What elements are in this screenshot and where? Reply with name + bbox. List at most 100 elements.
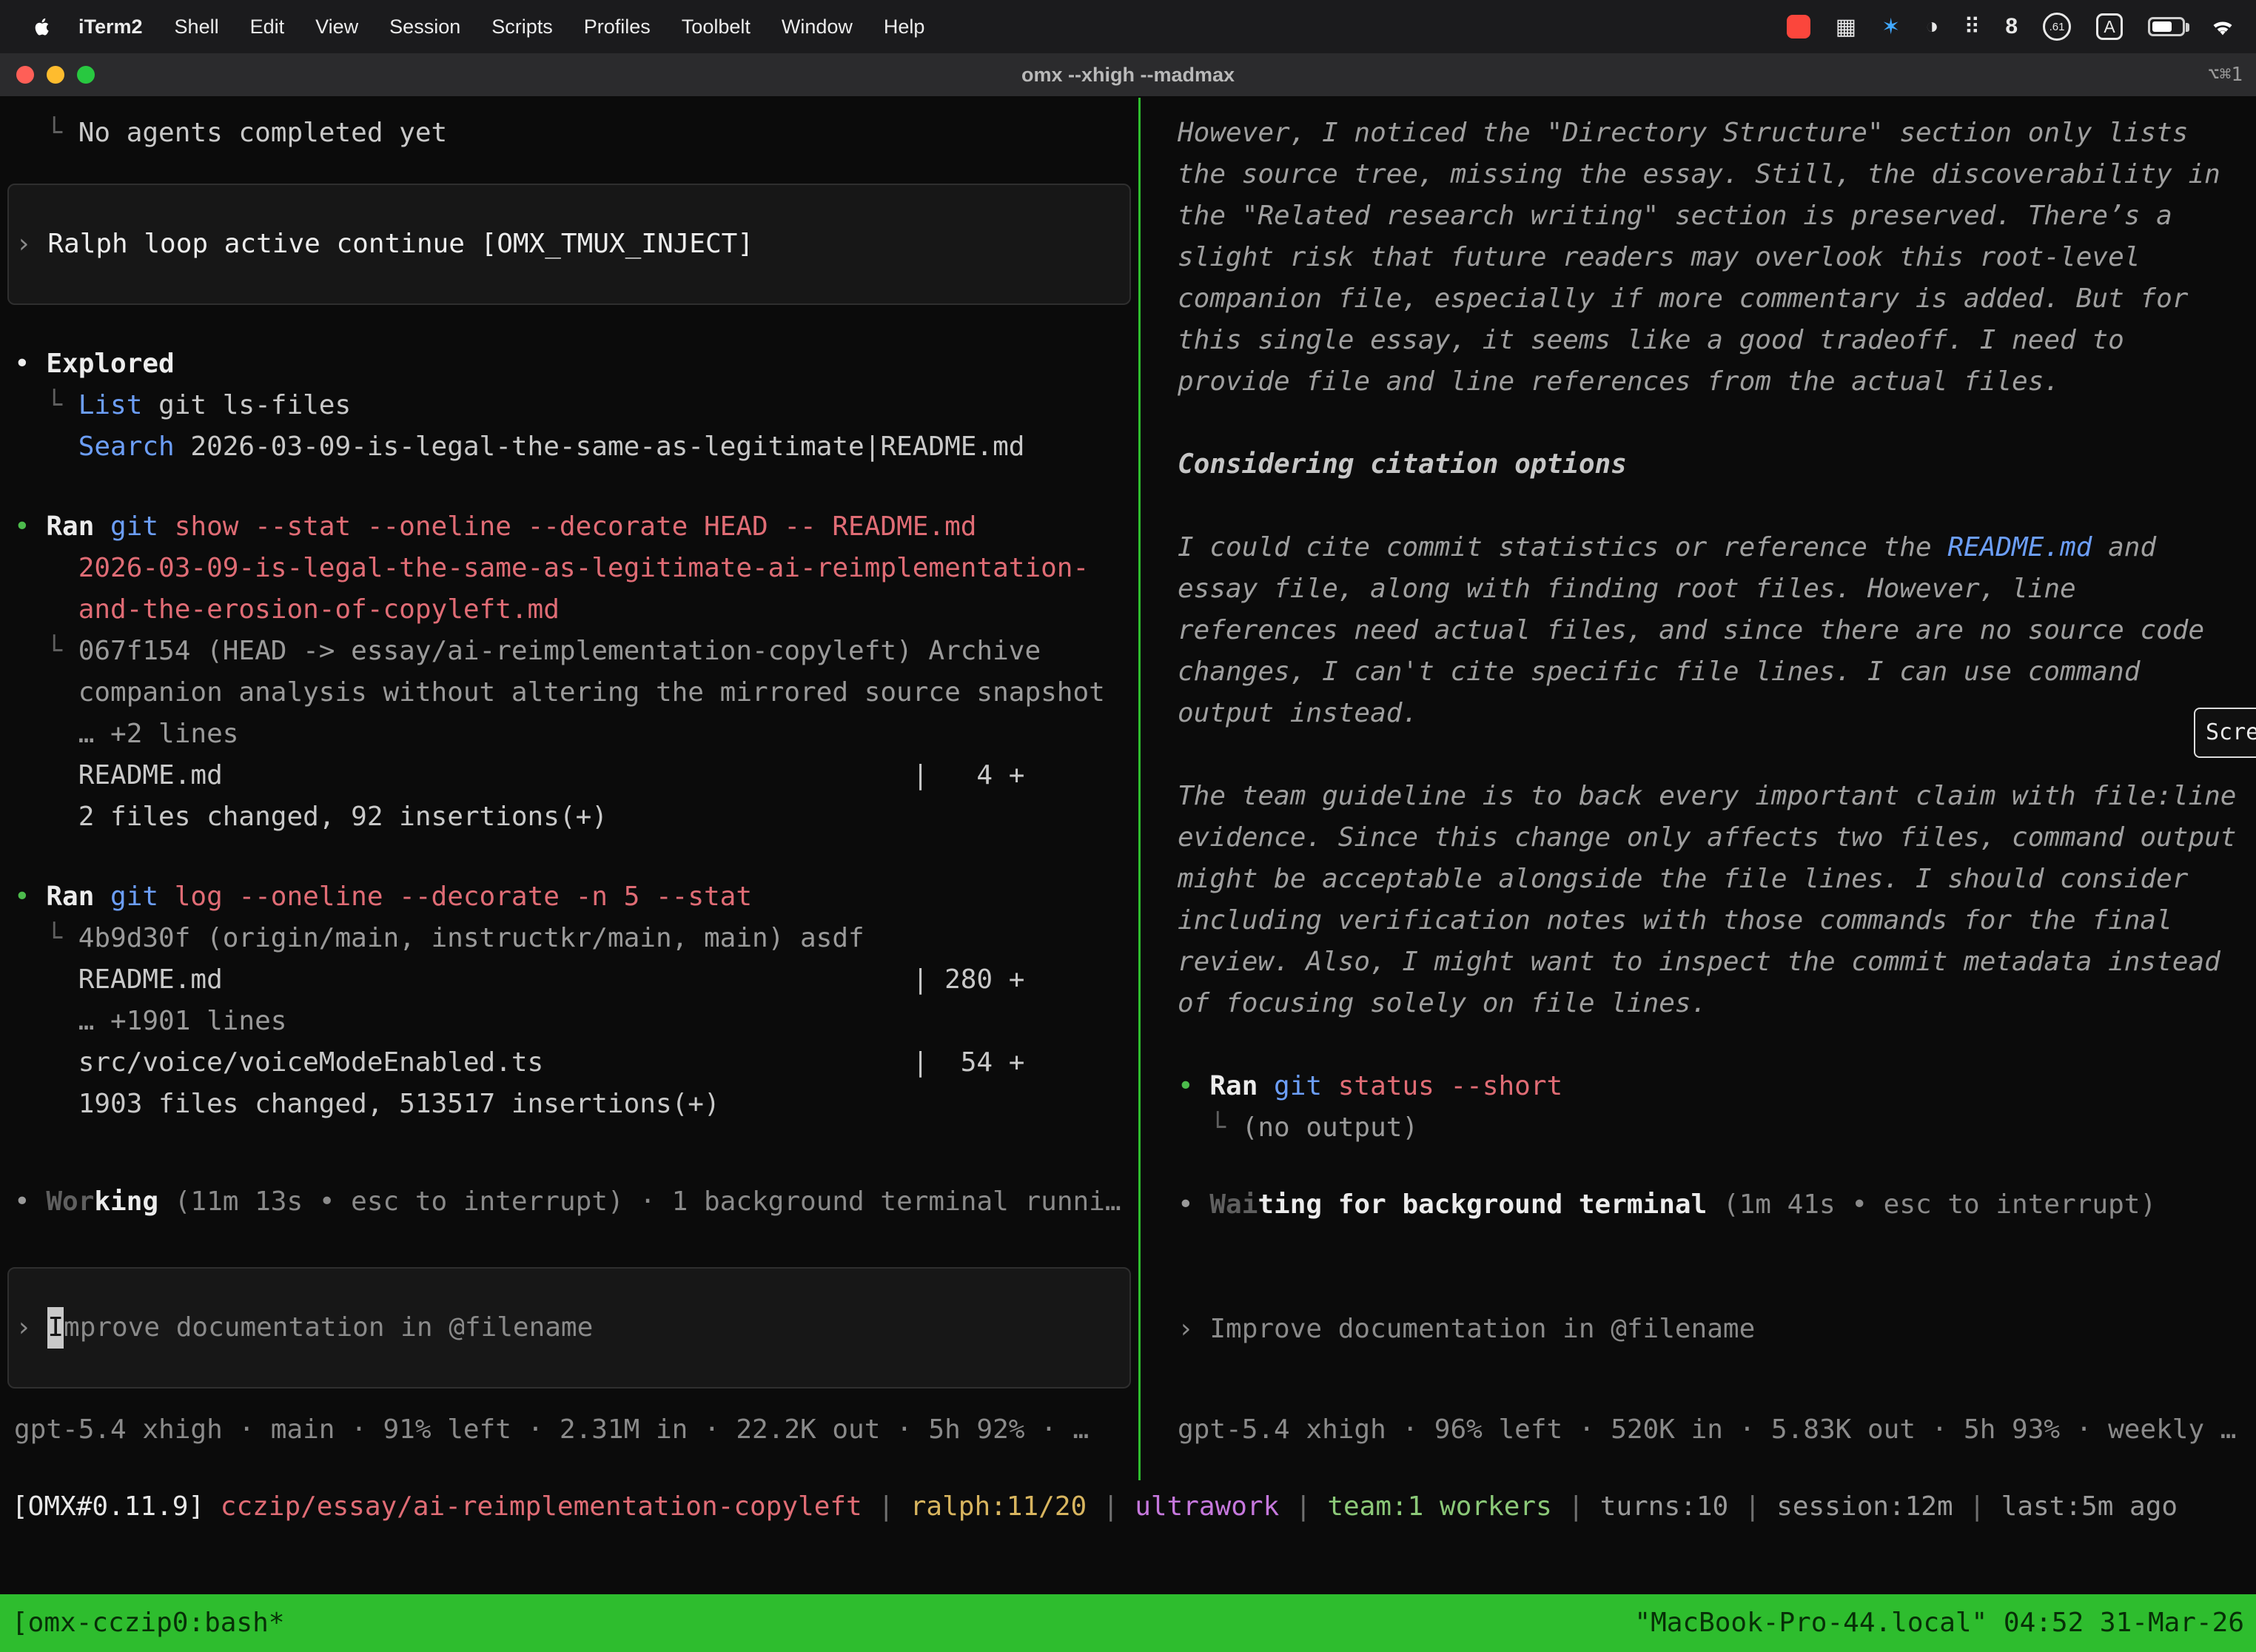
explored-section: • Explored └ List git ls-files Search 20…	[14, 343, 1121, 468]
menu-item-session[interactable]: Session	[374, 16, 476, 38]
prompt-input-area[interactable]: › Improve documentation in @filename	[1178, 1270, 2237, 1389]
omx-turns: turns:10	[1600, 1486, 1728, 1528]
omx-ralph-counter: ralph:11/20	[910, 1486, 1087, 1528]
ran-git-status-section: • Ran git status --short └ (no output)	[1178, 1066, 2237, 1149]
menu-item-profiles[interactable]: Profiles	[568, 16, 666, 38]
chevron-icon: ›	[16, 224, 47, 265]
essay-filename-line: and-the-erosion-of-copyleft.md	[46, 589, 560, 631]
tree-branch-icon: └	[1209, 1107, 1241, 1149]
thinking-paragraph: However, I noticed the "Directory Struct…	[1178, 113, 2237, 403]
terminal: └No agents completed yet › Ralph loop ac…	[0, 98, 2256, 1652]
model-status-line: gpt-5.4 xhigh · 96% left · 520K in · 5.8…	[1178, 1409, 2237, 1451]
zoom-window-button[interactable]	[77, 66, 95, 84]
diffstat-summary: 1903 files changed, 513517 insertions(+)	[46, 1084, 719, 1125]
menu-item-shell[interactable]: Shell	[159, 16, 235, 38]
tmux-session-name: [omx-cczip0:bash*	[12, 1602, 284, 1644]
bullet-icon: •	[14, 343, 46, 385]
prompt-placeholder: mprove documentation in @filename	[64, 1307, 593, 1349]
omx-last-activity: last:5m ago	[2001, 1486, 2178, 1528]
bullet-icon: •	[14, 1181, 46, 1223]
essay-filename-line: 2026-03-09-is-legal-the-same-as-legitima…	[46, 548, 1089, 589]
text-cursor: I	[47, 1307, 64, 1349]
apple-menu-icon[interactable]	[31, 16, 53, 38]
omx-session-time: session:12m	[1776, 1486, 1953, 1528]
diffstat-line: README.md | 4 +	[46, 755, 1024, 796]
truncated-lines-note: … +2 lines	[46, 713, 238, 755]
omx-status-bar: [OMX#0.11.9] cczip/essay/ai-reimplementa…	[0, 1480, 2256, 1528]
circle-icon[interactable]: ◑	[1925, 14, 1938, 39]
menu-item-view[interactable]: View	[300, 16, 374, 38]
window-title: omx --xhigh --madmax	[0, 64, 2256, 87]
left-pane[interactable]: └No agents completed yet › Ralph loop ac…	[0, 98, 1138, 1480]
ran-label: Ran	[46, 876, 94, 918]
tmux-panes: └No agents completed yet › Ralph loop ac…	[0, 98, 2256, 1480]
bullet-icon: •	[1178, 1066, 1209, 1107]
ran-git-show-section: • Ran git show --stat --oneline --decora…	[14, 506, 1121, 838]
dots-grid-icon[interactable]: ⠿	[1964, 14, 1980, 40]
tmux-status-bar: [omx-cczip0:bash* "MacBook-Pro-44.local"…	[0, 1594, 2256, 1652]
diffstat-summary: 2 files changed, 92 insertions(+)	[46, 796, 608, 838]
menu-item-help[interactable]: Help	[868, 16, 941, 38]
window-controls	[0, 66, 95, 84]
waiting-status-line: • Waiting for background terminal (1m 41…	[1178, 1184, 2237, 1226]
omx-version: [OMX#0.11.9]	[12, 1486, 204, 1528]
tmux-host-clock: "MacBook-Pro-44.local" 04:52 31-Mar-26	[1634, 1602, 2244, 1644]
screen-recording-indicator-icon[interactable]	[1787, 15, 1810, 38]
menu-item-toolbelt[interactable]: Toolbelt	[666, 16, 766, 38]
bullet-icon: •	[14, 876, 46, 918]
list-action-label: List	[78, 385, 143, 426]
explored-title: Explored	[46, 343, 174, 385]
ran-label: Ran	[46, 506, 94, 548]
ran-label: Ran	[1209, 1066, 1258, 1107]
command-output: (no output)	[1242, 1107, 1418, 1149]
search-action-label: Search	[78, 426, 175, 468]
keyboard-8-icon[interactable]: 8	[2005, 14, 2018, 39]
omx-mode: ultrawork	[1135, 1486, 1279, 1528]
omx-branch: cczip/essay/ai-reimplementation-copyleft	[221, 1486, 862, 1528]
diffstat-line: src/voice/voiceModeEnabled.ts | 54 +	[46, 1042, 1024, 1084]
thinking-paragraph: I could cite commit statistics or refere…	[1178, 527, 2237, 734]
thinking-heading: Considering citation options	[1178, 444, 2237, 486]
diffstat-line: README.md | 280 +	[46, 959, 1024, 1001]
agents-completed-line: └No agents completed yet	[14, 113, 1121, 154]
prompt-input-box[interactable]: › Improve documentation in @filename	[7, 1267, 1131, 1389]
wifi-icon[interactable]	[2210, 16, 2235, 37]
injected-message-text: Ralph loop active continue [OMX_TMUX_INJ…	[47, 224, 753, 265]
commit-summary: 4b9d30f (origin/main, instructkr/main, m…	[78, 918, 1121, 959]
omx-team: team:1 workers	[1327, 1486, 1551, 1528]
prompt-placeholder: Improve documentation in @filename	[1209, 1309, 1755, 1350]
window-shortcut-badge: ⌥⌘1	[2208, 64, 2256, 86]
menu-item-window[interactable]: Window	[766, 16, 868, 38]
tree-branch-icon: └	[46, 385, 78, 426]
truncated-lines-note: … +1901 lines	[46, 1001, 286, 1042]
screen-toast: Scre	[2194, 708, 2256, 758]
menu-bar: iTerm2 Shell Edit View Session Scripts P…	[0, 0, 2256, 53]
model-status-line: gpt-5.4 xhigh · main · 91% left · 2.31M …	[14, 1409, 1121, 1451]
window-title-bar[interactable]: omx --xhigh --madmax ⌥⌘1	[0, 53, 2256, 98]
spark-icon[interactable]: ✶	[1881, 14, 1900, 40]
working-status-line: • Working (11m 13s • esc to interrupt) ·…	[14, 1181, 1121, 1223]
bullet-icon: •	[14, 506, 46, 548]
tree-branch-icon: └	[46, 631, 78, 713]
left-pane-footer: • Working (11m 13s • esc to interrupt) ·…	[14, 1181, 1121, 1451]
battery-icon[interactable]	[2148, 17, 2185, 36]
close-window-button[interactable]	[16, 66, 34, 84]
injected-message-box: › Ralph loop active continue [OMX_TMUX_I…	[7, 184, 1131, 305]
menu-status-icons: ▦ ✶ ◑ ⠿ 8 .61 A	[1787, 13, 2235, 41]
minimize-window-button[interactable]	[47, 66, 64, 84]
ran-git-log-section: • Ran git log --oneline --decorate -n 5 …	[14, 876, 1121, 1125]
menu-item-scripts[interactable]: Scripts	[476, 16, 568, 38]
commit-summary: 067f154 (HEAD -> essay/ai-reimplementati…	[78, 631, 1121, 713]
gauge-icon[interactable]: .61	[2043, 13, 2071, 41]
readme-link: README.md	[1947, 532, 2092, 563]
tree-branch-icon: └	[46, 918, 78, 959]
menu-item-iterm2[interactable]: iTerm2	[62, 16, 159, 38]
prompt-chevron-icon: ›	[1178, 1309, 1209, 1350]
grid-icon[interactable]: ▦	[1836, 14, 1856, 40]
bullet-icon: •	[1178, 1184, 1209, 1226]
right-pane[interactable]: However, I noticed the "Directory Struct…	[1141, 98, 2256, 1480]
menu-item-edit[interactable]: Edit	[235, 16, 301, 38]
input-source-icon[interactable]: A	[2096, 13, 2123, 40]
prompt-chevron-icon: ›	[16, 1307, 47, 1349]
thinking-paragraph: The team guideline is to back every impo…	[1178, 776, 2237, 1024]
